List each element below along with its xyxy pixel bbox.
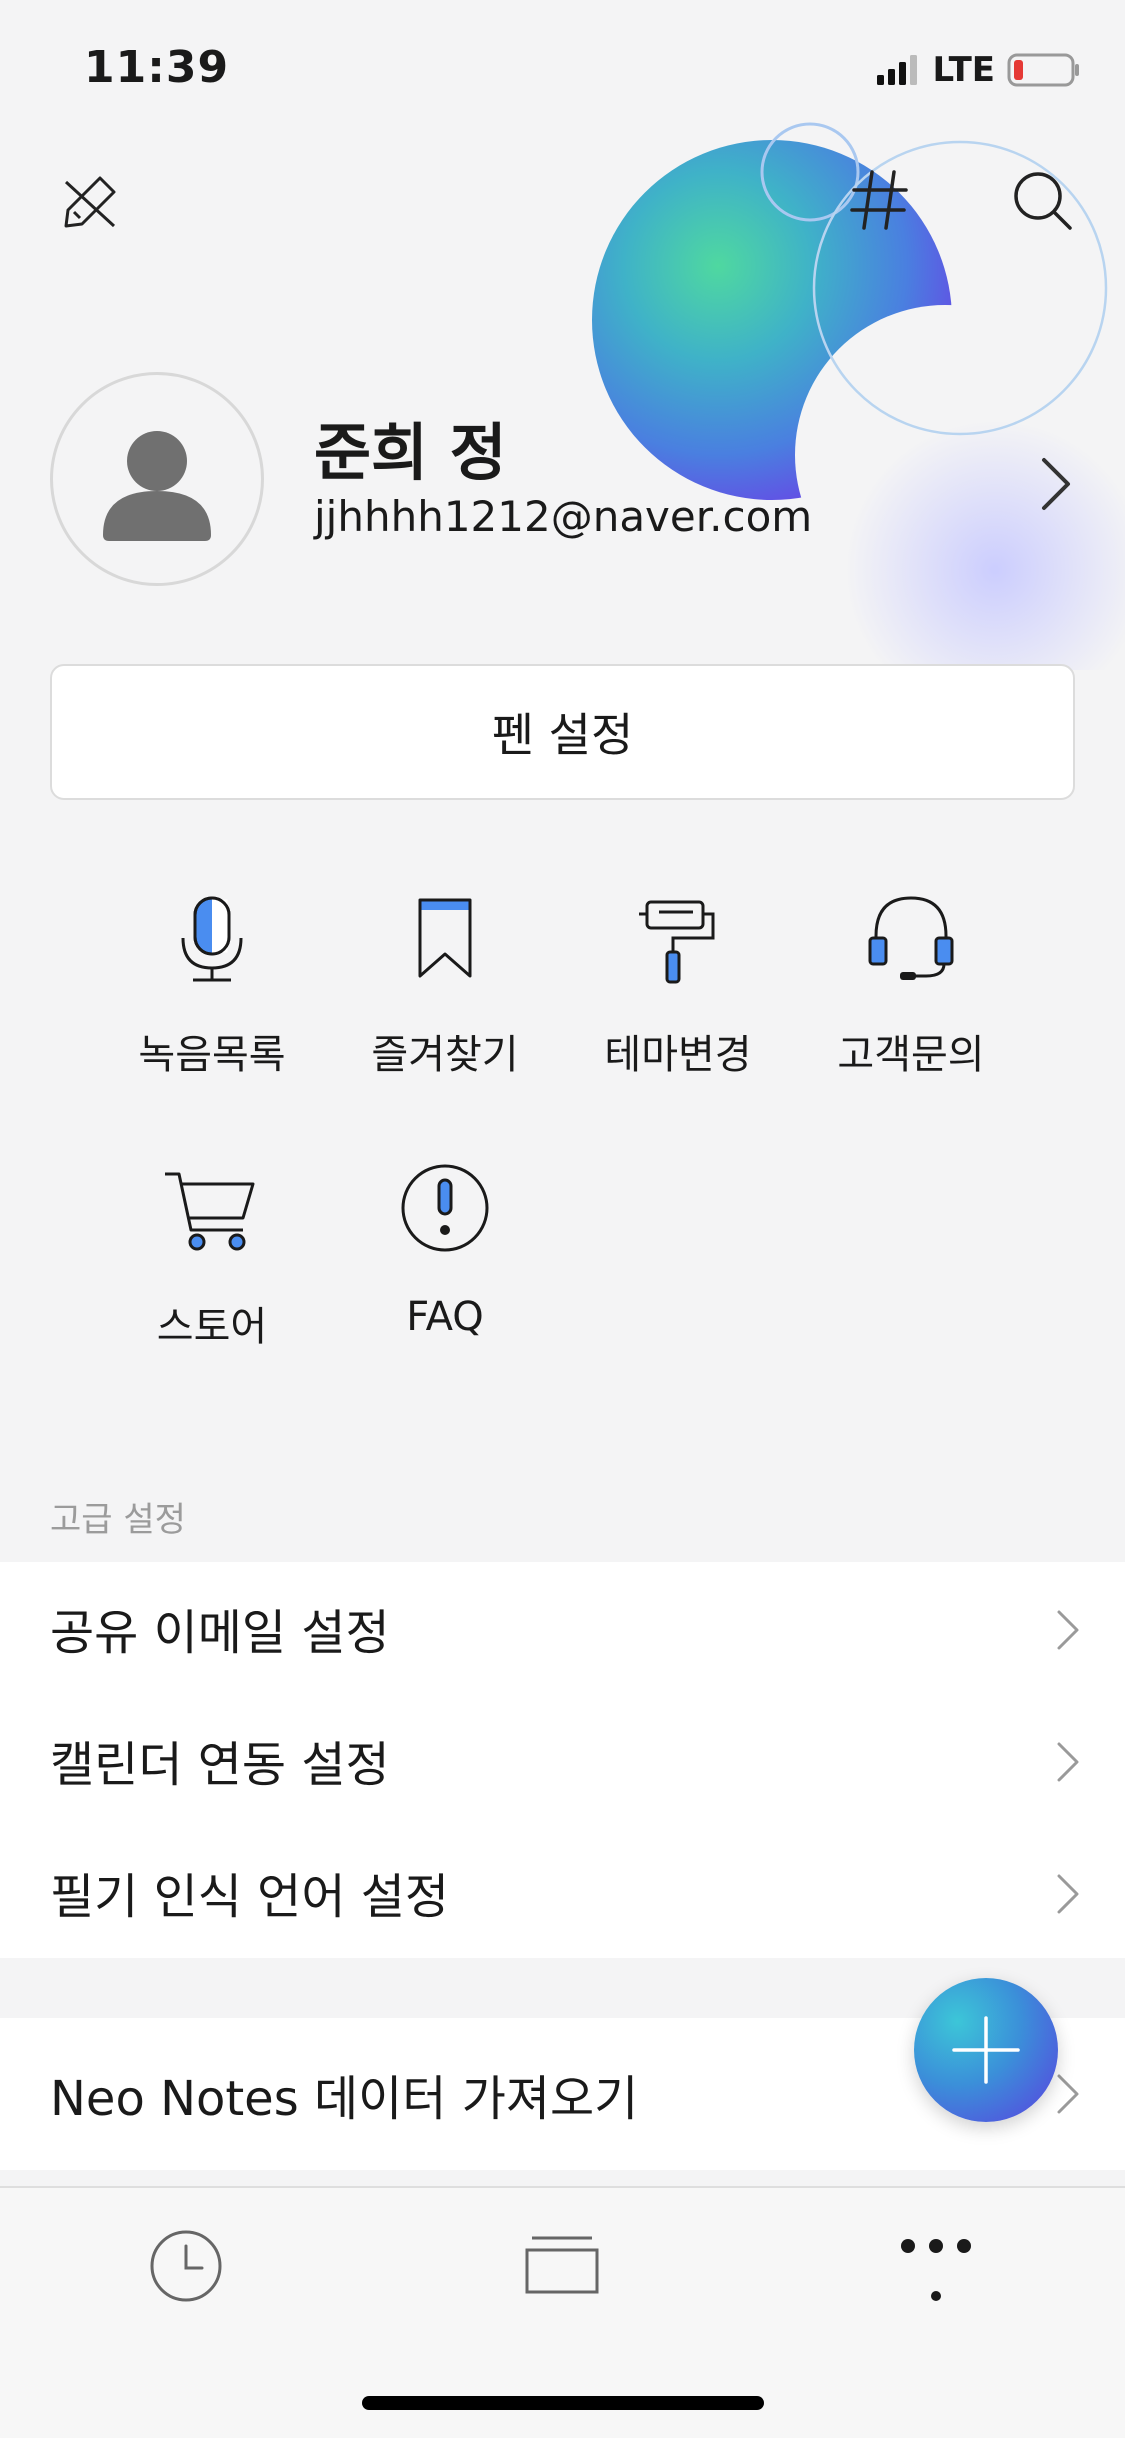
menu-item-recordings[interactable]: 녹음목록 (97, 880, 327, 1080)
status-indicators: LTE (876, 50, 1081, 90)
menu-item-store[interactable]: 스토어 (97, 1152, 327, 1352)
bookmark-icon (418, 898, 472, 978)
menu-item-theme[interactable]: 테마변경 (563, 880, 793, 1080)
list-item-share-email[interactable]: 공유 이메일 설정 (0, 1562, 1125, 1694)
plus-icon (952, 2016, 1020, 2084)
home-indicator (362, 2396, 764, 2410)
list-item-label: 공유 이메일 설정 (50, 1605, 390, 1661)
list-item-label: Neo Notes 데이터 가져오기 (50, 2071, 639, 2127)
battery-icon (1007, 53, 1079, 87)
chevron-right-icon (1057, 1742, 1079, 1782)
menu-label: 스토어 (156, 1304, 268, 1350)
search-icon[interactable] (1012, 170, 1074, 232)
menu-label: FAQ (406, 1294, 484, 1340)
hashtag-icon[interactable] (848, 168, 912, 232)
network-label: LTE (932, 50, 995, 90)
avatar[interactable] (50, 372, 264, 586)
menu-label: 고객문의 (837, 1032, 985, 1078)
profile-chevron-right-icon[interactable] (1038, 456, 1074, 512)
more-icon[interactable] (896, 2234, 976, 2304)
chevron-right-icon (1057, 1874, 1079, 1914)
menu-label: 녹음목록 (138, 1032, 286, 1078)
signal-icon (876, 55, 917, 85)
menu-label: 즐겨찾기 (371, 1032, 519, 1078)
menu-label: 테마변경 (604, 1032, 752, 1078)
list-item-handwriting-language[interactable]: 필기 인식 언어 설정 (0, 1826, 1125, 1958)
profile-name[interactable]: 준희 정 (314, 402, 507, 492)
list-item-label: 캘린더 연동 설정 (50, 1737, 390, 1793)
chevron-right-icon (1057, 2074, 1079, 2114)
list-item-label: 필기 인식 언어 설정 (50, 1869, 450, 1925)
cart-icon (165, 1172, 255, 1251)
clock-icon[interactable] (148, 2228, 224, 2304)
user-silhouette-icon (103, 431, 211, 541)
paint-roller-icon (639, 900, 715, 984)
menu-item-support[interactable]: 고객문의 (796, 880, 1026, 1080)
pen-off-icon[interactable] (60, 172, 120, 232)
microphone-icon (181, 896, 243, 982)
menu-item-faq[interactable]: FAQ (330, 1152, 560, 1340)
add-button[interactable] (914, 1978, 1058, 2122)
profile-email[interactable]: jjhhhh1212@naver.com (314, 492, 812, 541)
list-item-calendar-sync[interactable]: 캘린더 연동 설정 (0, 1694, 1125, 1826)
notebook-icon[interactable] (524, 2234, 600, 2296)
chevron-right-icon (1057, 1610, 1079, 1650)
section-title-advanced: 고급 설정 (50, 1500, 186, 1540)
headset-icon (868, 896, 954, 980)
pen-settings-button[interactable]: 펜 설정 (50, 664, 1075, 800)
advanced-settings-list: 공유 이메일 설정 캘린더 연동 설정 필기 인식 언어 설정 (0, 1562, 1125, 1958)
exclamation-icon (401, 1164, 489, 1252)
status-time: 11:39 (84, 42, 230, 93)
menu-item-favorites[interactable]: 즐겨찾기 (330, 880, 560, 1080)
